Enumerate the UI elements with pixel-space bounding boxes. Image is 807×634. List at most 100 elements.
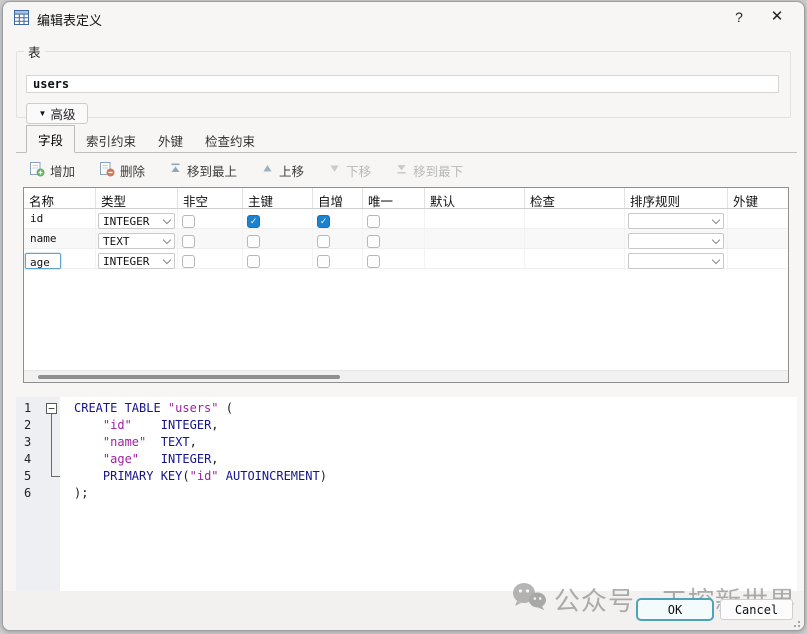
auto-increment-cell: ✓ [313,209,363,228]
auto-increment-checkbox[interactable]: ✓ [317,215,330,228]
table-row: id INTEGER ✓ ✓ ✓ ✓ [24,209,788,229]
not-null-checkbox[interactable]: ✓ [182,255,195,268]
column-header-collation: 排序规则 [625,188,728,208]
tab-bar: 字段 索引约束 外键 检查约束 [16,130,797,153]
line-number-gutter: 1 2 3 4 5 6 [16,397,60,592]
column-header-default: 默认 [425,188,525,208]
foreign-key-cell[interactable] [728,209,788,228]
default-cell[interactable] [425,209,525,228]
foreign-key-cell[interactable] [728,249,788,268]
chevron-down-icon [163,215,171,223]
line-number: 4 [16,451,60,468]
horizontal-scrollbar[interactable] [24,370,788,382]
close-button[interactable]: ✕ [764,6,790,28]
move-up-button[interactable]: 上移 [261,161,304,180]
add-record-icon [29,161,45,180]
line-number: 3 [16,434,60,451]
table-row: age INTEGER ✓ ✓ ✓ ✓ [24,249,788,269]
wechat-icon [511,581,547,618]
help-button[interactable]: ? [726,6,752,28]
primary-key-checkbox[interactable]: ✓ [247,255,260,268]
column-header-check: 检查 [525,188,625,208]
column-header-not-null: 非空 [178,188,243,208]
primary-key-checkbox[interactable]: ✓ [247,215,260,228]
column-header-foreign-key: 外键 [728,188,788,208]
foreign-key-cell[interactable] [728,229,788,248]
sql-line: PRIMARY KEY("id" AUTOINCREMENT) [74,468,795,485]
type-dropdown[interactable]: TEXT [98,233,175,249]
type-value: INTEGER [103,255,149,268]
chevron-down-icon [712,255,720,263]
tab-foreign-keys[interactable]: 外键 [147,127,194,153]
field-name-cell[interactable]: id [24,209,96,228]
field-name-cell: age [24,249,96,268]
collation-dropdown[interactable] [628,253,724,269]
dialog-title: 编辑表定义 [37,10,102,29]
line-number: 6 [16,485,60,502]
auto-increment-checkbox[interactable]: ✓ [317,235,330,248]
check-icon: ✓ [320,217,326,227]
code-fold-toggle-icon[interactable]: − [46,403,57,414]
sql-editor[interactable]: 1 2 3 4 5 6 − CREATE TABLE "users" ( "id… [16,397,797,593]
sql-line: "name" TEXT, [74,434,795,451]
add-field-label: 增加 [50,161,75,180]
collation-dropdown[interactable] [628,233,724,249]
delete-field-button[interactable]: 删除 [99,161,145,180]
type-dropdown[interactable]: INTEGER [98,253,175,269]
primary-key-checkbox[interactable]: ✓ [247,235,260,248]
check-icon: ✓ [250,217,256,227]
tab-fields[interactable]: 字段 [26,125,75,153]
field-name-cell[interactable]: name [24,229,96,248]
ok-button[interactable]: OK [636,598,714,621]
sql-code: CREATE TABLE "users" ( "id" INTEGER, "na… [74,400,795,502]
resize-grip[interactable] [789,616,801,628]
table-name-input[interactable] [26,75,779,93]
move-down-icon [328,162,341,178]
not-null-checkbox[interactable]: ✓ [182,235,195,248]
unique-checkbox[interactable]: ✓ [367,235,380,248]
type-value: INTEGER [103,215,149,228]
not-null-checkbox[interactable]: ✓ [182,215,195,228]
add-field-button[interactable]: 增加 [29,161,75,180]
tab-check-constraints[interactable]: 检查约束 [194,127,266,153]
move-to-bottom-button: 移到最下 [395,161,463,180]
scrollbar-thumb[interactable] [38,375,340,379]
delete-field-label: 删除 [120,161,145,180]
type-dropdown[interactable]: INTEGER [98,213,175,229]
sql-line: "age" INTEGER, [74,451,795,468]
sql-line: ); [74,485,795,502]
unique-checkbox[interactable]: ✓ [367,215,380,228]
move-to-bottom-icon [395,162,408,178]
sql-line: CREATE TABLE "users" ( [74,400,795,417]
collation-cell [625,229,728,248]
cancel-button[interactable]: Cancel [720,599,793,620]
unique-cell: ✓ [363,229,425,248]
primary-key-cell: ✓ [243,229,313,248]
primary-key-cell: ✓ [243,249,313,268]
check-cell[interactable] [525,209,625,228]
unique-checkbox[interactable]: ✓ [367,255,380,268]
column-header-type: 类型 [96,188,178,208]
tab-index-constraints[interactable]: 索引约束 [75,127,147,153]
auto-increment-cell: ✓ [313,249,363,268]
collation-cell [625,249,728,268]
move-up-label: 上移 [279,161,304,180]
fold-guide-line [51,414,52,476]
chevron-down-icon [712,235,720,243]
move-to-top-label: 移到最上 [187,161,237,180]
check-cell[interactable] [525,249,625,268]
field-name-editor[interactable]: age [25,253,61,269]
auto-increment-checkbox[interactable]: ✓ [317,255,330,268]
default-cell[interactable] [425,249,525,268]
primary-key-cell: ✓ [243,209,313,228]
default-cell[interactable] [425,229,525,248]
table-group-label: 表 [24,42,45,61]
column-header-primary-key: 主键 [243,188,313,208]
check-cell[interactable] [525,229,625,248]
field-type-cell: INTEGER [96,249,178,268]
collation-dropdown[interactable] [628,213,724,229]
advanced-toggle-button[interactable]: ▼ 高级 [26,103,88,124]
field-type-cell: INTEGER [96,209,178,228]
delete-record-icon [99,161,115,180]
move-to-top-button[interactable]: 移到最上 [169,161,237,180]
